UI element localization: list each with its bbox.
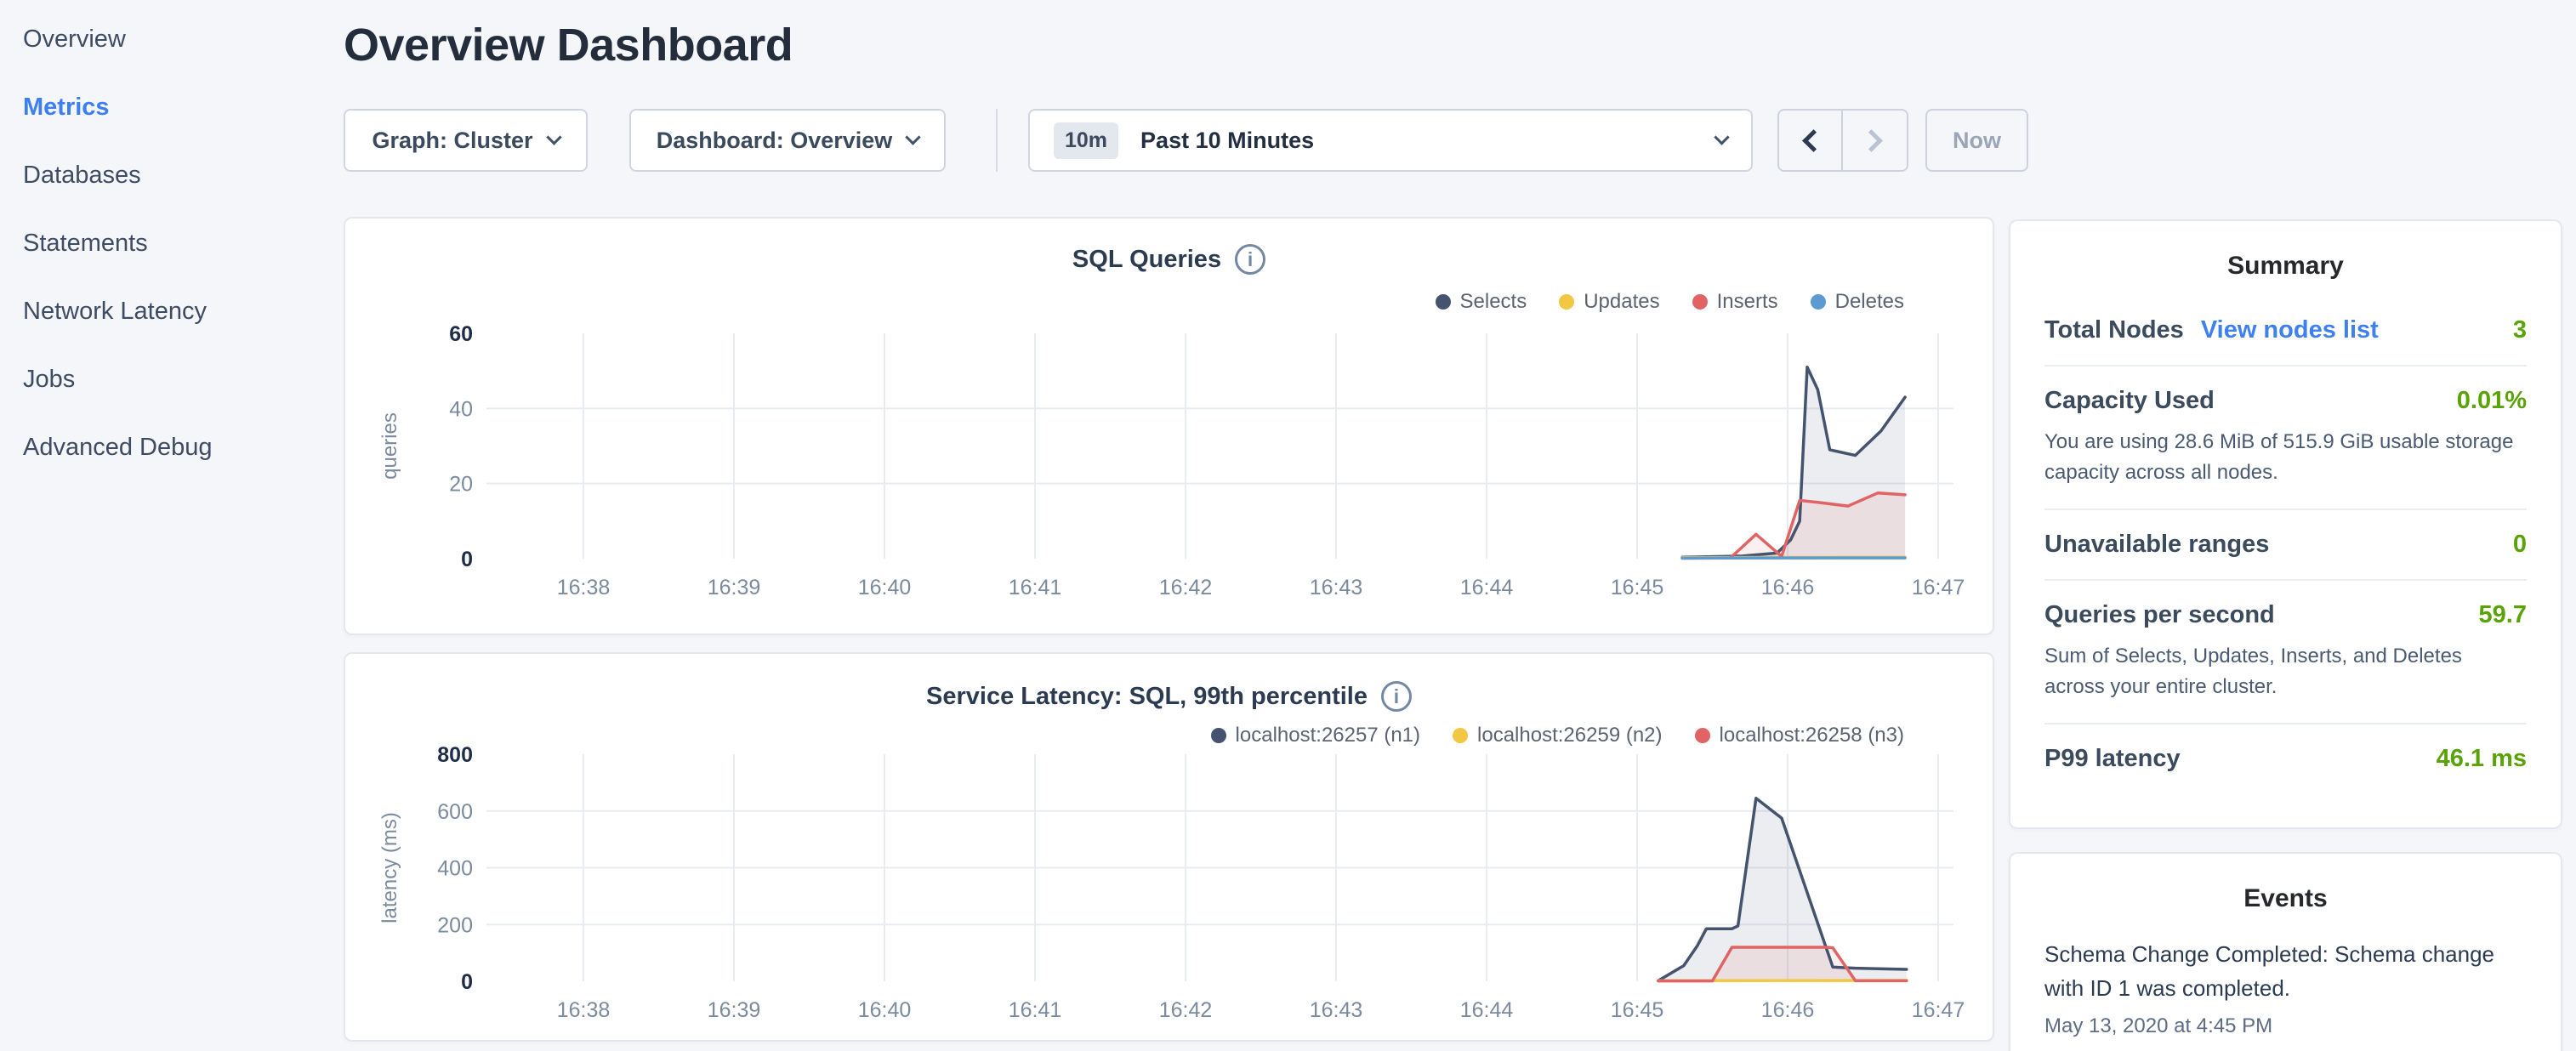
svg-text:16:47: 16:47: [1912, 998, 1965, 1022]
stat-label: Total Nodes: [2044, 316, 2184, 344]
svg-text:40: 40: [449, 397, 473, 421]
prev-time-button[interactable]: [1779, 111, 1843, 170]
time-step-buttons: [1777, 109, 1908, 172]
svg-text:20: 20: [449, 473, 473, 497]
service-latency-chart: 16:38 16:39 16:40 16:41 16:42 16:43 16:44 16:45…: [345, 654, 1996, 1043]
svg-text:60: 60: [449, 322, 473, 346]
chevron-down-icon: [1714, 129, 1729, 145]
event-message: Schema Change Completed: Schema change w…: [2044, 937, 2527, 1006]
sidebar-item-jobs[interactable]: Jobs: [0, 345, 344, 413]
page-title: Overview Dashboard: [344, 19, 793, 71]
svg-text:16:46: 16:46: [1761, 576, 1815, 599]
svg-text:16:45: 16:45: [1611, 998, 1664, 1022]
service-latency-card: Service Latency: SQL, 99th percentile i …: [344, 652, 1994, 1042]
stat-value: 3: [2513, 316, 2527, 344]
stat-description: Sum of Selects, Updates, Inserts, and De…: [2044, 641, 2527, 702]
svg-text:16:42: 16:42: [1159, 998, 1213, 1022]
svg-text:16:40: 16:40: [858, 998, 912, 1022]
chevron-right-icon: [1860, 129, 1883, 152]
view-nodes-list-link[interactable]: View nodes list: [2201, 316, 2379, 344]
svg-text:16:40: 16:40: [858, 576, 912, 599]
time-window-select[interactable]: 10m Past 10 Minutes: [1028, 109, 1753, 172]
stat-label: Unavailable ranges: [2044, 531, 2269, 559]
summary-panel: Summary Total Nodes View nodes list 3 Ca…: [2009, 219, 2562, 829]
svg-text:16:39: 16:39: [708, 576, 761, 599]
controls-bar: Graph: Cluster Dashboard: Overview 10m P…: [344, 109, 2576, 172]
stat-label: P99 latency: [2044, 745, 2181, 773]
stat-row-unavailable-ranges: Unavailable ranges 0: [2044, 510, 2527, 581]
sidebar: Overview Metrics Databases Statements Ne…: [0, 0, 344, 1051]
stat-row-total-nodes: Total Nodes View nodes list 3: [2044, 296, 2527, 366]
event-item: Schema Change Completed: Schema change w…: [2044, 937, 2527, 1038]
svg-text:16:38: 16:38: [557, 998, 611, 1022]
graph-dropdown-label: Graph: Cluster: [372, 128, 532, 154]
svg-text:16:45: 16:45: [1611, 576, 1664, 599]
svg-text:0: 0: [461, 970, 473, 994]
sidebar-item-network-latency[interactable]: Network Latency: [0, 277, 344, 345]
stat-label: Queries per second: [2044, 601, 2275, 629]
chevron-down-icon: [546, 129, 561, 145]
svg-text:16:47: 16:47: [1912, 576, 1965, 599]
svg-text:800: 800: [437, 743, 473, 767]
stat-value: 0: [2513, 531, 2527, 559]
sidebar-item-metrics[interactable]: Metrics: [0, 73, 344, 141]
app-root: Overview Metrics Databases Statements Ne…: [0, 0, 2576, 1051]
graph-dropdown[interactable]: Graph: Cluster: [344, 109, 588, 172]
svg-text:16:39: 16:39: [708, 998, 761, 1022]
svg-text:600: 600: [437, 800, 473, 824]
svg-text:400: 400: [437, 857, 473, 881]
sql-queries-chart: 16:38 16:39 16:40 16:41 16:42 16:43 16:44 16:45…: [345, 219, 1996, 637]
dashboard-dropdown[interactable]: Dashboard: Overview: [629, 109, 946, 172]
svg-text:16:41: 16:41: [1009, 998, 1062, 1022]
summary-body: Total Nodes View nodes list 3 Capacity U…: [2010, 281, 2561, 793]
svg-text:16:42: 16:42: [1159, 576, 1213, 599]
events-body: Schema Change Completed: Schema change w…: [2010, 913, 2561, 1038]
chevron-down-icon: [906, 129, 921, 145]
stat-description: You are using 28.6 MiB of 515.9 GiB usab…: [2044, 427, 2527, 488]
stat-label: Capacity Used: [2044, 387, 2215, 415]
stat-value: 0.01%: [2457, 387, 2527, 415]
sidebar-item-overview[interactable]: Overview: [0, 5, 344, 73]
svg-text:200: 200: [437, 913, 473, 937]
controls-divider: [996, 109, 998, 172]
svg-text:latency (ms): latency (ms): [378, 812, 401, 923]
stat-value: 59.7: [2479, 601, 2527, 629]
events-panel: Events Schema Change Completed: Schema c…: [2009, 852, 2562, 1051]
svg-text:16:44: 16:44: [1460, 576, 1514, 599]
sql-queries-card: SQL Queries i SelectsUpdatesInsertsDelet…: [344, 217, 1994, 635]
stat-row-capacity-used: Capacity Used 0.01% You are using 28.6 M…: [2044, 366, 2527, 510]
summary-heading: Summary: [2010, 221, 2561, 281]
stat-row-p99-latency: P99 latency 46.1 ms: [2044, 724, 2527, 793]
stat-row-queries-per-second: Queries per second 59.7 Sum of Selects, …: [2044, 581, 2527, 724]
svg-text:queries: queries: [378, 412, 401, 480]
next-time-button[interactable]: [1843, 111, 1907, 170]
svg-text:16:46: 16:46: [1761, 998, 1815, 1022]
svg-text:16:41: 16:41: [1009, 576, 1062, 599]
chevron-left-icon: [1802, 129, 1825, 152]
event-timestamp: May 13, 2020 at 4:45 PM: [2044, 1014, 2527, 1038]
svg-text:0: 0: [461, 548, 473, 571]
stat-value: 46.1 ms: [2437, 745, 2527, 773]
time-window-badge: 10m: [1054, 122, 1118, 159]
svg-text:16:44: 16:44: [1460, 998, 1514, 1022]
now-button[interactable]: Now: [1925, 109, 2028, 172]
sidebar-item-databases[interactable]: Databases: [0, 141, 344, 209]
events-heading: Events: [2010, 854, 2561, 913]
svg-text:16:38: 16:38: [557, 576, 611, 599]
svg-text:16:43: 16:43: [1310, 576, 1363, 599]
sidebar-item-statements[interactable]: Statements: [0, 209, 344, 277]
dashboard-dropdown-label: Dashboard: Overview: [657, 128, 893, 154]
svg-text:16:43: 16:43: [1310, 998, 1363, 1022]
sidebar-item-advanced-debug[interactable]: Advanced Debug: [0, 413, 344, 481]
time-window-label: Past 10 Minutes: [1140, 128, 1716, 154]
